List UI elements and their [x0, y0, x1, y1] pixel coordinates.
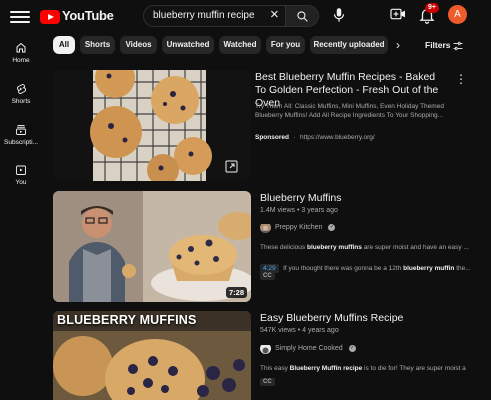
- search-button[interactable]: [285, 5, 319, 27]
- chip-shorts[interactable]: Shorts: [80, 36, 115, 54]
- filters-icon[interactable]: [452, 39, 464, 57]
- notification-count-badge: 9+: [425, 3, 439, 13]
- microphone-icon: [333, 8, 345, 22]
- guide-label-shorts: Shorts: [11, 98, 31, 105]
- video-description-1: These delicious blueberry muffins are su…: [260, 244, 469, 251]
- guide-label-you: You: [15, 179, 27, 186]
- chip-unwatched[interactable]: Unwatched: [162, 36, 214, 54]
- chip-videos[interactable]: Videos: [120, 36, 157, 54]
- create-button[interactable]: [390, 7, 406, 21]
- search-query[interactable]: blueberry muffin recipe: [153, 10, 255, 21]
- menu-icon[interactable]: [10, 8, 30, 24]
- chip-all[interactable]: All: [53, 36, 75, 54]
- search-icon: [297, 11, 308, 22]
- channel-row-1[interactable]: Preppy Kitchen ✓: [260, 222, 336, 233]
- guide-item-you[interactable]: You: [0, 164, 42, 186]
- ad-thumbnail[interactable]: [53, 70, 251, 181]
- ad-thumbnail-image: [90, 70, 238, 181]
- chip-watched[interactable]: Watched: [219, 36, 261, 54]
- sponsored-separator: ·: [293, 134, 296, 141]
- video-meta-2: 547K views • 4 years ago: [260, 327, 339, 334]
- ad-description: Try Them All: Classic Muffins, Mini Muff…: [255, 103, 444, 119]
- chapter-text: If you thought there was gonna be a 12th…: [283, 265, 471, 272]
- guide-label-subscriptions: Subscripti...: [4, 139, 38, 146]
- guide-label-home: Home: [12, 57, 30, 64]
- chip-recently-uploaded[interactable]: Recently uploaded: [310, 36, 388, 54]
- verified-icon: ✓: [348, 345, 356, 352]
- video-thumbnail-2[interactable]: BLUEBERRY MUFFINS: [53, 311, 251, 400]
- video-title-2[interactable]: Easy Blueberry Muffins Recipe: [260, 312, 403, 325]
- channel-row-2[interactable]: Simply Home Cooked ✓: [260, 343, 356, 354]
- more-options-icon[interactable]: ⋮: [455, 73, 467, 85]
- thumbnail-overlay-text: BLUEBERRY MUFFINS: [57, 313, 197, 327]
- voice-search-button[interactable]: [330, 6, 348, 24]
- create-video-icon: [390, 8, 405, 20]
- shorts-icon: [17, 84, 26, 94]
- guide-item-home[interactable]: Home: [0, 42, 42, 64]
- ad-url[interactable]: https://www.blueberry.org/: [300, 134, 375, 141]
- guide-item-shorts[interactable]: Shorts: [0, 83, 42, 105]
- channel-name-1[interactable]: Preppy Kitchen: [275, 224, 322, 231]
- youtube-logo-icon[interactable]: [40, 10, 60, 24]
- ad-sponsor-line: Sponsored · https://www.blueberry.org/: [255, 126, 375, 144]
- clear-search-icon[interactable]: ×: [270, 7, 282, 22]
- channel-avatar[interactable]: [260, 343, 271, 354]
- youtube-logo-text[interactable]: YouTube: [62, 8, 114, 23]
- filters-button[interactable]: Filters: [425, 40, 451, 50]
- channel-name-2[interactable]: Simply Home Cooked: [275, 345, 343, 352]
- chevron-right-icon[interactable]: ›: [396, 38, 400, 52]
- chapter-row-1[interactable]: 4:29 If you thought there was gonna be a…: [260, 257, 472, 275]
- account-avatar[interactable]: A: [448, 5, 467, 24]
- channel-avatar[interactable]: [260, 222, 271, 233]
- video-duration: 7:28: [225, 287, 247, 298]
- video-title-1[interactable]: Blueberry Muffins: [260, 192, 342, 205]
- video-thumbnail-image: [53, 191, 251, 302]
- home-icon: [16, 42, 26, 53]
- you-icon: [16, 165, 26, 175]
- sponsored-label: Sponsored: [255, 134, 289, 141]
- video-description-2: This easy Blueberry Muffin recipe is to …: [260, 365, 466, 372]
- verified-icon: ✓: [328, 224, 336, 231]
- cc-badge: CC: [260, 272, 275, 280]
- video-meta-1: 1.4M views • 3 years ago: [260, 207, 338, 214]
- video-thumbnail-1[interactable]: 7:28: [53, 191, 251, 302]
- subscriptions-icon: [16, 125, 26, 135]
- cc-badge: CC: [260, 378, 275, 386]
- guide-item-subscriptions[interactable]: Subscripti...: [0, 124, 42, 146]
- chip-for-you[interactable]: For you: [266, 36, 305, 54]
